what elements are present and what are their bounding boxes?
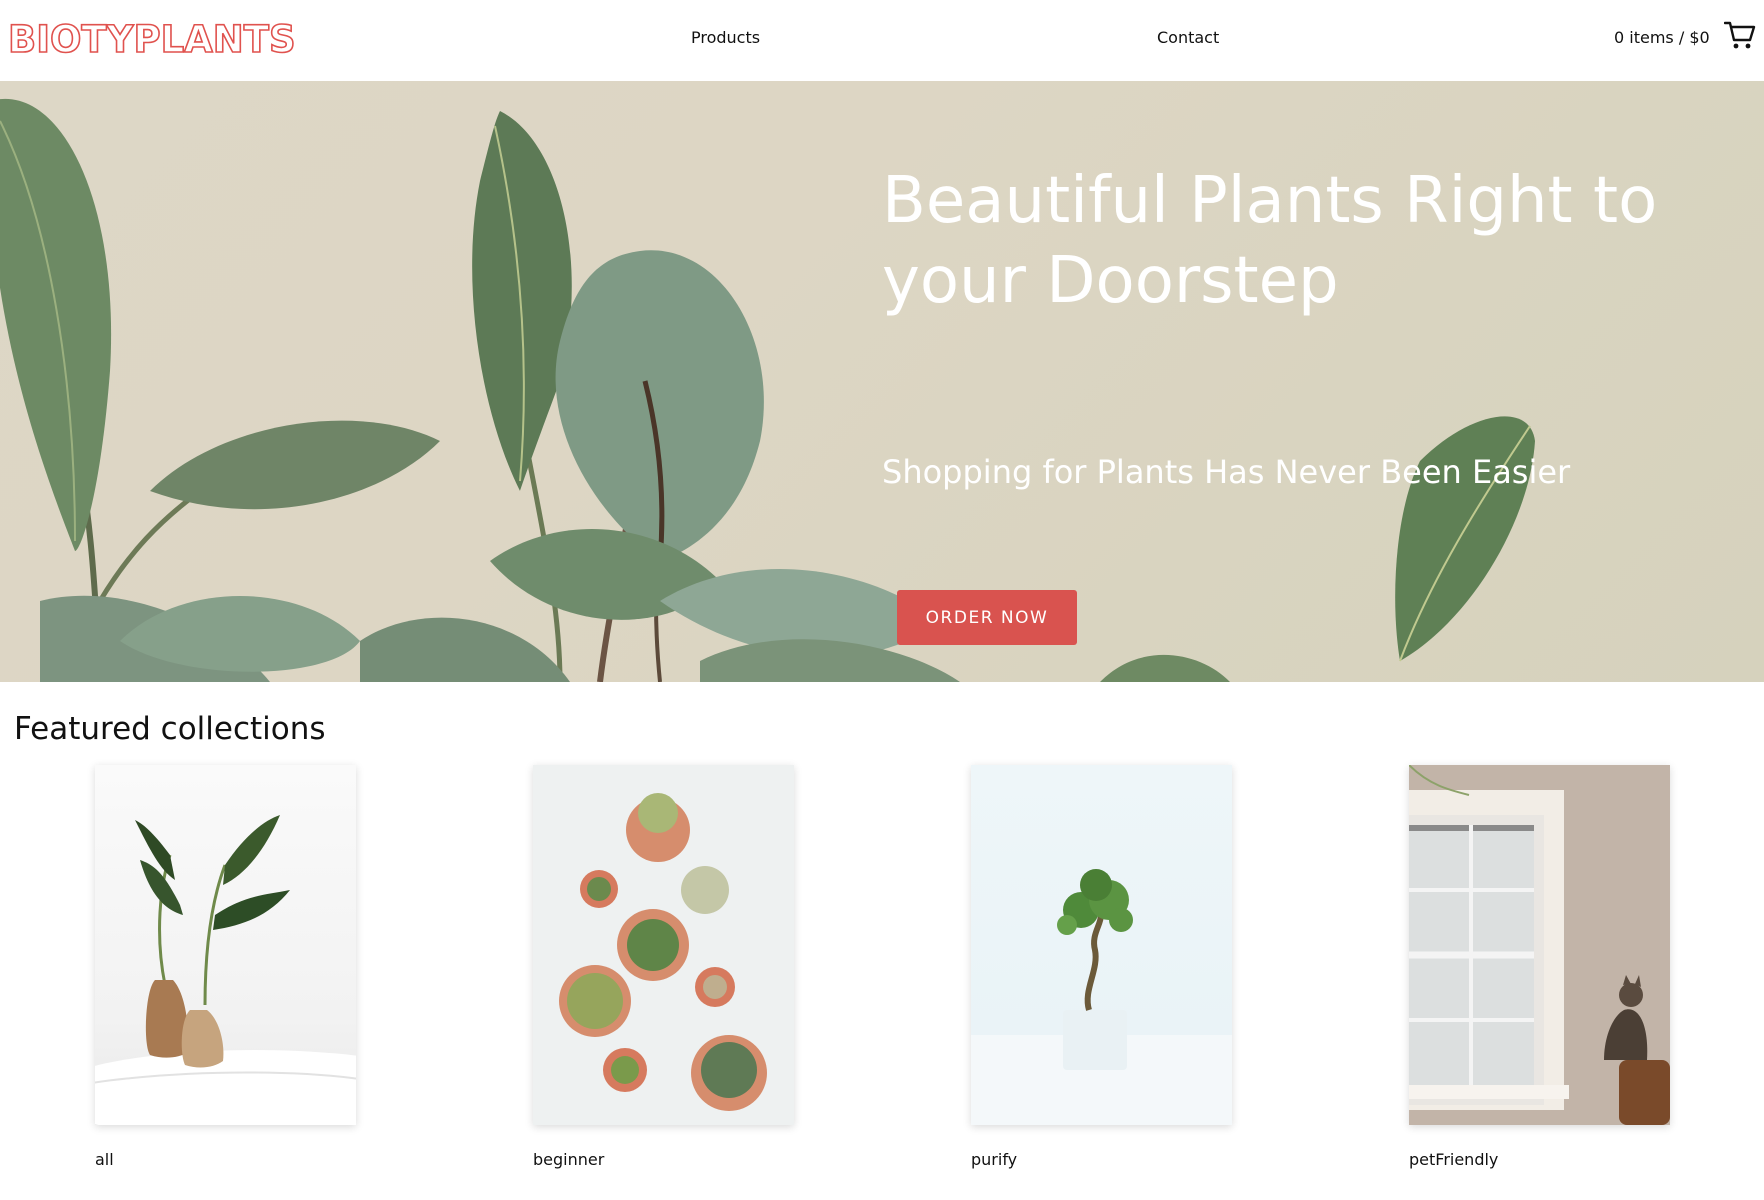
collection-label[interactable]: purify [971,1150,1017,1169]
cart-icon[interactable] [1724,20,1756,50]
collection-label[interactable]: petFriendly [1409,1150,1498,1169]
collection-card-beginner[interactable]: beginner [533,765,794,1169]
featured-collections-title: Featured collections [14,711,326,747]
collection-image[interactable] [533,765,794,1125]
collection-card-purify[interactable]: purify [971,765,1232,1169]
brand-logo[interactable]: BIOTYPLANTS [7,17,296,62]
nav-contact-link[interactable]: Contact [1157,28,1219,47]
order-now-button[interactable]: ORDER NOW [897,590,1077,645]
hero-subtitle: Shopping for Plants Has Never Been Easie… [882,453,1571,491]
collection-card-all[interactable]: all [95,765,356,1169]
site-header: BIOTYPLANTS Products Contact 0 items / $… [0,0,1764,81]
collection-image[interactable] [971,765,1232,1125]
collection-label[interactable]: beginner [533,1150,604,1169]
collection-image[interactable] [95,765,356,1125]
nav-products-link[interactable]: Products [691,28,760,47]
collection-card-petfriendly[interactable]: petFriendly [1409,765,1670,1169]
collection-label[interactable]: all [95,1150,114,1169]
hero-title: Beautiful Plants Right to your Doorstep [882,164,1658,318]
hero-banner: Beautiful Plants Right to your Doorstep … [0,81,1764,682]
cart-summary[interactable]: 0 items / $0 [1614,28,1710,47]
collection-image[interactable] [1409,765,1670,1125]
